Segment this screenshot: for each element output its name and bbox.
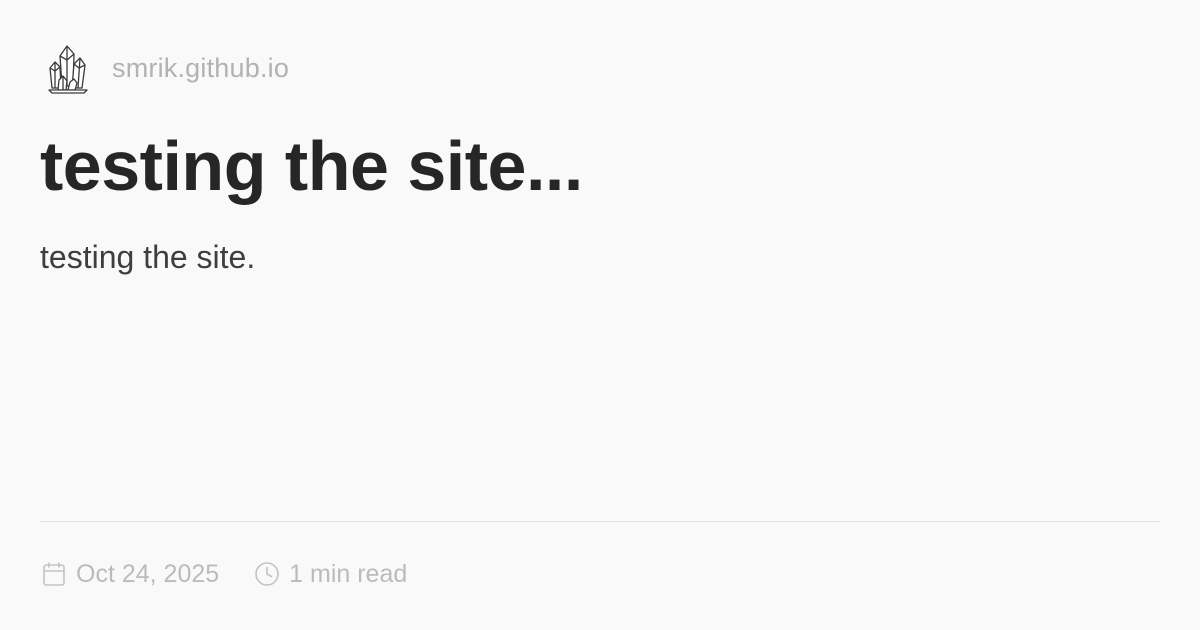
post-meta: Oct 24, 2025 1 min read xyxy=(40,556,407,592)
post-date: Oct 24, 2025 xyxy=(40,560,219,589)
post-date-text: Oct 24, 2025 xyxy=(76,559,220,588)
og-card: smrik.github.io testing the site... test… xyxy=(0,0,1200,630)
divider xyxy=(40,521,1160,522)
clock-icon xyxy=(253,560,281,588)
site-name[interactable]: smrik.github.io xyxy=(112,53,289,84)
site-brand: smrik.github.io xyxy=(40,40,289,96)
post-title: testing the site... xyxy=(40,127,583,205)
reading-time: 1 min read xyxy=(253,560,407,589)
reading-time-text: 1 min read xyxy=(289,559,408,588)
calendar-icon xyxy=(40,560,68,588)
post-description: testing the site. xyxy=(40,239,256,275)
crystal-cluster-icon xyxy=(40,40,96,96)
